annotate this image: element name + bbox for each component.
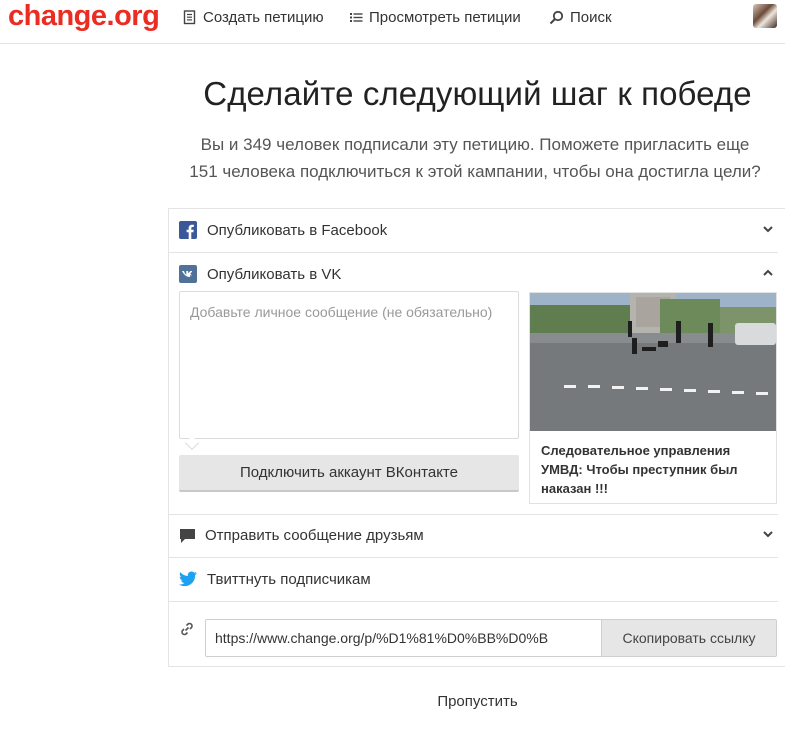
petition-preview-card: Следовательное управления УМВД: Чтобы пр… [529,292,777,504]
share-twitter-row[interactable]: Твиттнуть подписчикам [169,558,778,602]
nav-search-label: Поиск [570,8,612,26]
petition-card-caption: Следовательное управления УМВД: Чтобы пр… [541,443,738,496]
petition-photo [530,293,776,431]
vk-icon [179,265,197,283]
document-icon [183,9,196,24]
skip-link[interactable]: Пропустить [170,693,785,710]
nav-create-petition[interactable]: Создать петицию [183,7,324,27]
vk-message-input[interactable] [179,291,519,439]
share-twitter-label: Твиттнуть подписчикам [207,571,371,588]
nav-browse-petitions[interactable]: Просмотреть петиции [350,7,521,27]
chat-bubble-icon [180,529,195,543]
link-icon [181,622,193,636]
nav-search[interactable]: Поиск [549,7,612,27]
petition-photo-image [530,293,776,431]
chevron-down-icon [763,531,773,538]
page-subtitle: Вы и 349 человек подписали эту петицию. … [165,131,785,185]
share-facebook-label: Опубликовать в Facebook [207,222,388,239]
search-icon [549,10,564,24]
share-link-row: Скопировать ссылку [169,602,785,668]
share-vk-label: Опубликовать в VK [207,266,342,283]
chevron-down-icon [763,226,773,233]
share-message-row[interactable]: Отправить сообщение друзьям [169,514,778,558]
list-icon [350,12,363,22]
subtitle-line-1: Вы и 349 человек подписали эту петицию. … [200,135,750,154]
subtitle-line-2: 151 человека подключиться к этой кампани… [189,162,761,181]
avatar[interactable] [753,4,777,28]
copy-link-button[interactable]: Скопировать ссылку [601,619,777,657]
vk-share-body: Подключить аккаунт ВКонтакте [169,291,778,515]
share-panel: Опубликовать в Facebook Опубликовать в V… [168,208,785,667]
page-title: Сделайте следующий шаг к победе [203,75,752,112]
share-link-input[interactable] [205,619,602,657]
share-facebook-row[interactable]: Опубликовать в Facebook [169,209,778,253]
share-message-label: Отправить сообщение друзьям [205,527,424,544]
chevron-up-icon [763,269,773,276]
top-bar: change.org Создать петицию Просмотреть п… [0,0,785,44]
facebook-icon [179,221,197,239]
connect-vk-button[interactable]: Подключить аккаунт ВКонтакте [179,455,519,492]
logo[interactable]: change.org [8,0,160,33]
twitter-icon [179,571,197,587]
nav-browse-petitions-label: Просмотреть петиции [369,8,521,26]
nav-create-petition-label: Создать петицию [203,8,324,26]
